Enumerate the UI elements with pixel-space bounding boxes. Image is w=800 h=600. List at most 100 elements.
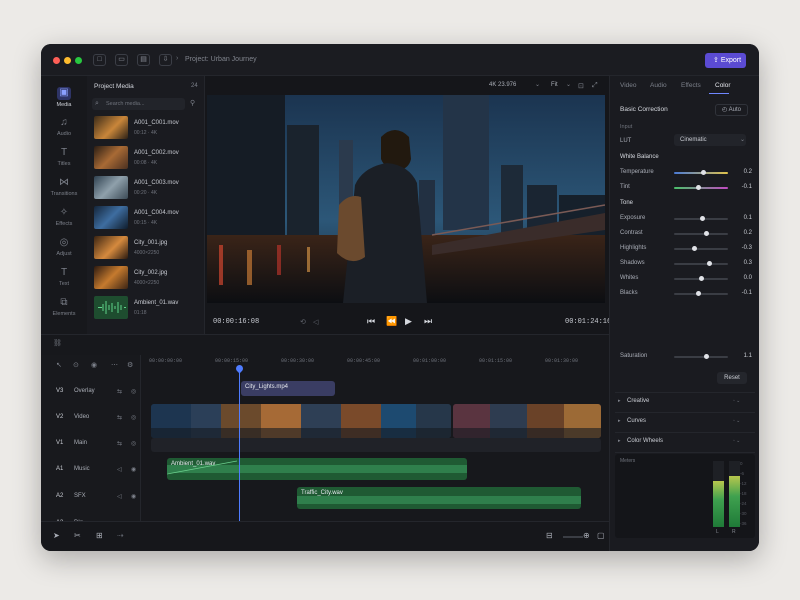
play-icon[interactable]: ▶	[405, 316, 412, 327]
skip-forward-icon[interactable]: ⏭	[424, 316, 432, 327]
solo-icon[interactable]: ◉	[131, 466, 136, 473]
fullscreen-icon[interactable]: ⤢	[592, 82, 598, 90]
section-toggle-icon[interactable]: ◦ ⌄	[733, 398, 740, 404]
fit-select[interactable]: Fit	[551, 82, 558, 88]
sidebar-item-effects[interactable]: ✧ Effects	[41, 204, 87, 234]
slider-track[interactable]	[674, 187, 728, 189]
step-back-icon[interactable]: ⏪	[386, 316, 397, 327]
zoom-slider[interactable]	[563, 536, 583, 538]
track-header-v2[interactable]: V2 Video ⇆ ◎	[41, 407, 141, 431]
fullscreen-timeline-icon[interactable]: ▢	[597, 531, 605, 540]
visibility-icon[interactable]: ◎	[131, 414, 136, 421]
zoom-in-icon[interactable]: ⊕	[583, 531, 590, 540]
media-item[interactable]: A001_C002.mov 00:08 · 4K	[94, 146, 202, 172]
slider-knob[interactable]	[698, 276, 704, 281]
track-header-v3[interactable]: V3 Overlay ⇆ ◎	[41, 381, 141, 405]
slider-value[interactable]: 0.2	[732, 169, 752, 175]
slider-knob[interactable]	[692, 246, 698, 251]
sidebar-item-elements[interactable]: ⧉ Elements	[41, 294, 87, 324]
slider-track[interactable]	[674, 233, 728, 235]
track-header-a2[interactable]: A2 SFX ◁ ◉	[41, 486, 141, 510]
track-header-a1[interactable]: A1 Music ◁ ◉	[41, 459, 141, 483]
more-icon[interactable]: ⋯	[111, 361, 118, 369]
tab-audio[interactable]: Audio	[650, 82, 667, 89]
slider-contrast[interactable]: Contrast 0.2	[620, 229, 752, 239]
slider-temperature[interactable]: Temperature 0.2	[620, 168, 752, 178]
slider-blacks[interactable]: Blacks -0.1	[620, 289, 752, 299]
section-creative[interactable]: ▸ Creative ◦ ⌄	[615, 392, 755, 410]
slider-knob[interactable]	[703, 231, 709, 236]
clip-sfx[interactable]: Traffic_City.wav	[297, 487, 581, 509]
import-icon[interactable]: ⇩	[159, 54, 172, 66]
slider-value[interactable]: 0.1	[732, 215, 752, 221]
link-icon[interactable]: ⛓	[53, 339, 62, 347]
clip-music[interactable]: Ambient_01.wav	[167, 458, 467, 480]
sidebar-item-media[interactable]: ▣ Media	[41, 84, 87, 114]
track-header-v1[interactable]: V1 Main ⇆ ◎	[41, 433, 141, 457]
slider-knob[interactable]	[701, 170, 707, 175]
sidebar-item-text[interactable]: T Text	[41, 264, 87, 294]
section-curves[interactable]: ▸ Curves ◦ ⌄	[615, 412, 755, 430]
slider-knob[interactable]	[703, 354, 709, 359]
clip-overlay[interactable]: City_Lights.mp4	[241, 381, 335, 396]
volume-icon[interactable]: ◁	[117, 466, 122, 473]
marker-icon[interactable]: ◉	[91, 361, 97, 369]
slider-track[interactable]	[674, 263, 728, 265]
slider-track[interactable]	[674, 248, 728, 250]
reset-button[interactable]: Reset	[717, 372, 747, 384]
visibility-icon[interactable]: ◎	[131, 440, 136, 447]
slider-value[interactable]: 0.0	[732, 275, 752, 281]
select-tool-icon[interactable]: ↖	[56, 361, 62, 369]
sidebar-item-titles[interactable]: T Titles	[41, 144, 87, 174]
tab-effects[interactable]: Effects	[681, 82, 701, 89]
tab-video[interactable]: Video	[620, 82, 637, 89]
clip-video-b[interactable]	[453, 404, 601, 438]
link-icon[interactable]: ⇆	[117, 414, 122, 421]
sidebar-item-transitions[interactable]: ⋈ Transitions	[41, 174, 87, 204]
time-ruler[interactable]: 00:00:00:00 00:00:15:00 00:00:30:00 00:00:4…	[149, 355, 609, 365]
slider-value[interactable]: -0.1	[732, 290, 752, 296]
sidebar-item-audio[interactable]: ♫ Audio	[41, 114, 87, 144]
skip-back-icon[interactable]: ⏮	[367, 316, 375, 327]
trim-icon[interactable]: ⊞	[96, 531, 103, 540]
slider-track[interactable]	[674, 356, 728, 358]
pointer-icon[interactable]: ➤	[53, 531, 60, 540]
section-toggle-icon[interactable]: ◦ ⌄	[733, 418, 740, 424]
export-button[interactable]: ⇪ Export	[705, 53, 746, 68]
razor-icon[interactable]: ✂	[74, 531, 81, 540]
media-item[interactable]: A001_C001.mov 00:12 · 4K	[94, 116, 202, 142]
link-icon[interactable]: ⇆	[117, 388, 122, 395]
search-input[interactable]: Search media...	[92, 98, 185, 110]
zoom-fit-icon[interactable]: ⊟	[546, 531, 553, 540]
link-icon[interactable]: ⇆	[117, 440, 122, 447]
media-item[interactable]: A001_C004.mov 00:15 · 4K	[94, 206, 202, 232]
media-item[interactable]: Ambient_01.wav 01:18	[94, 296, 202, 322]
slider-whites[interactable]: Whites 0.0	[620, 274, 752, 284]
slider-tint[interactable]: Tint -0.1	[620, 183, 752, 193]
new-project-icon[interactable]: □	[93, 54, 106, 66]
slider-knob[interactable]	[695, 185, 701, 190]
folder-icon[interactable]: ▭	[115, 54, 128, 66]
snap-icon[interactable]: ⊙	[73, 361, 79, 369]
settings-icon[interactable]: ⚙	[127, 361, 133, 369]
maximize-window-button[interactable]	[75, 57, 82, 64]
section-toggle-icon[interactable]: ◦ ⌄	[733, 438, 740, 444]
filter-icon[interactable]: ⚲	[190, 98, 195, 110]
volume-icon[interactable]: ◁	[313, 318, 318, 326]
slider-shadows[interactable]: Shadows 0.3	[620, 259, 752, 269]
auto-button[interactable]: ◴ Auto	[715, 104, 748, 116]
save-icon[interactable]: ▤	[137, 54, 150, 66]
visibility-icon[interactable]: ◎	[131, 388, 136, 395]
slip-icon[interactable]: ⇢	[117, 531, 124, 540]
loop-icon[interactable]: ⟲	[300, 318, 306, 326]
slider-value[interactable]: -0.3	[732, 245, 752, 251]
sidebar-item-adjust[interactable]: ◎ Adjust	[41, 234, 87, 264]
slider-value[interactable]: -0.1	[732, 184, 752, 190]
clip-video-a[interactable]	[151, 404, 451, 438]
media-item[interactable]: A001_C003.mov 00:20 · 4K	[94, 176, 202, 202]
minimize-window-button[interactable]	[64, 57, 71, 64]
clip-main-track[interactable]	[151, 438, 601, 452]
video-frame[interactable]	[207, 95, 605, 303]
solo-icon[interactable]: ◉	[131, 493, 136, 500]
media-item[interactable]: City_001.jpg 4000×2250	[94, 236, 202, 262]
